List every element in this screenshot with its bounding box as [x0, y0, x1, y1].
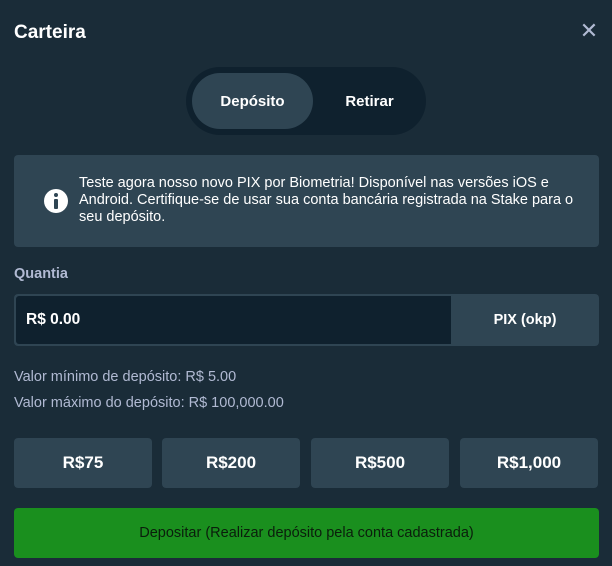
- deposit-submit-button[interactable]: Depositar (Realizar depósito pela conta …: [14, 508, 599, 558]
- amount-input[interactable]: [16, 296, 451, 344]
- deposit-withdraw-toggle: Depósito Retirar: [186, 67, 426, 135]
- info-banner-text: Teste agora nosso novo PIX por Biometria…: [79, 175, 574, 225]
- amount-field-group: PIX (okp): [14, 294, 599, 346]
- preset-amount-button[interactable]: R$1,000: [460, 438, 598, 488]
- preset-amount-button[interactable]: R$75: [14, 438, 152, 488]
- min-deposit-text: Valor mínimo de depósito: R$ 5.00: [14, 369, 237, 385]
- preset-amount-button[interactable]: R$200: [162, 438, 300, 488]
- close-icon[interactable]: ✕: [578, 20, 600, 42]
- payment-method-button[interactable]: PIX (okp): [451, 294, 599, 346]
- wallet-modal: Carteira ✕ Depósito Retirar Teste agora …: [0, 0, 612, 566]
- modal-title: Carteira: [14, 22, 86, 43]
- max-deposit-text: Valor máximo do depósito: R$ 100,000.00: [14, 395, 284, 411]
- amount-label: Quantia: [14, 266, 68, 282]
- info-icon: [44, 189, 68, 213]
- tab-deposit[interactable]: Depósito: [192, 73, 313, 129]
- preset-amount-button[interactable]: R$500: [311, 438, 449, 488]
- info-banner: Teste agora nosso novo PIX por Biometria…: [14, 155, 599, 247]
- tab-withdraw[interactable]: Retirar: [313, 73, 426, 129]
